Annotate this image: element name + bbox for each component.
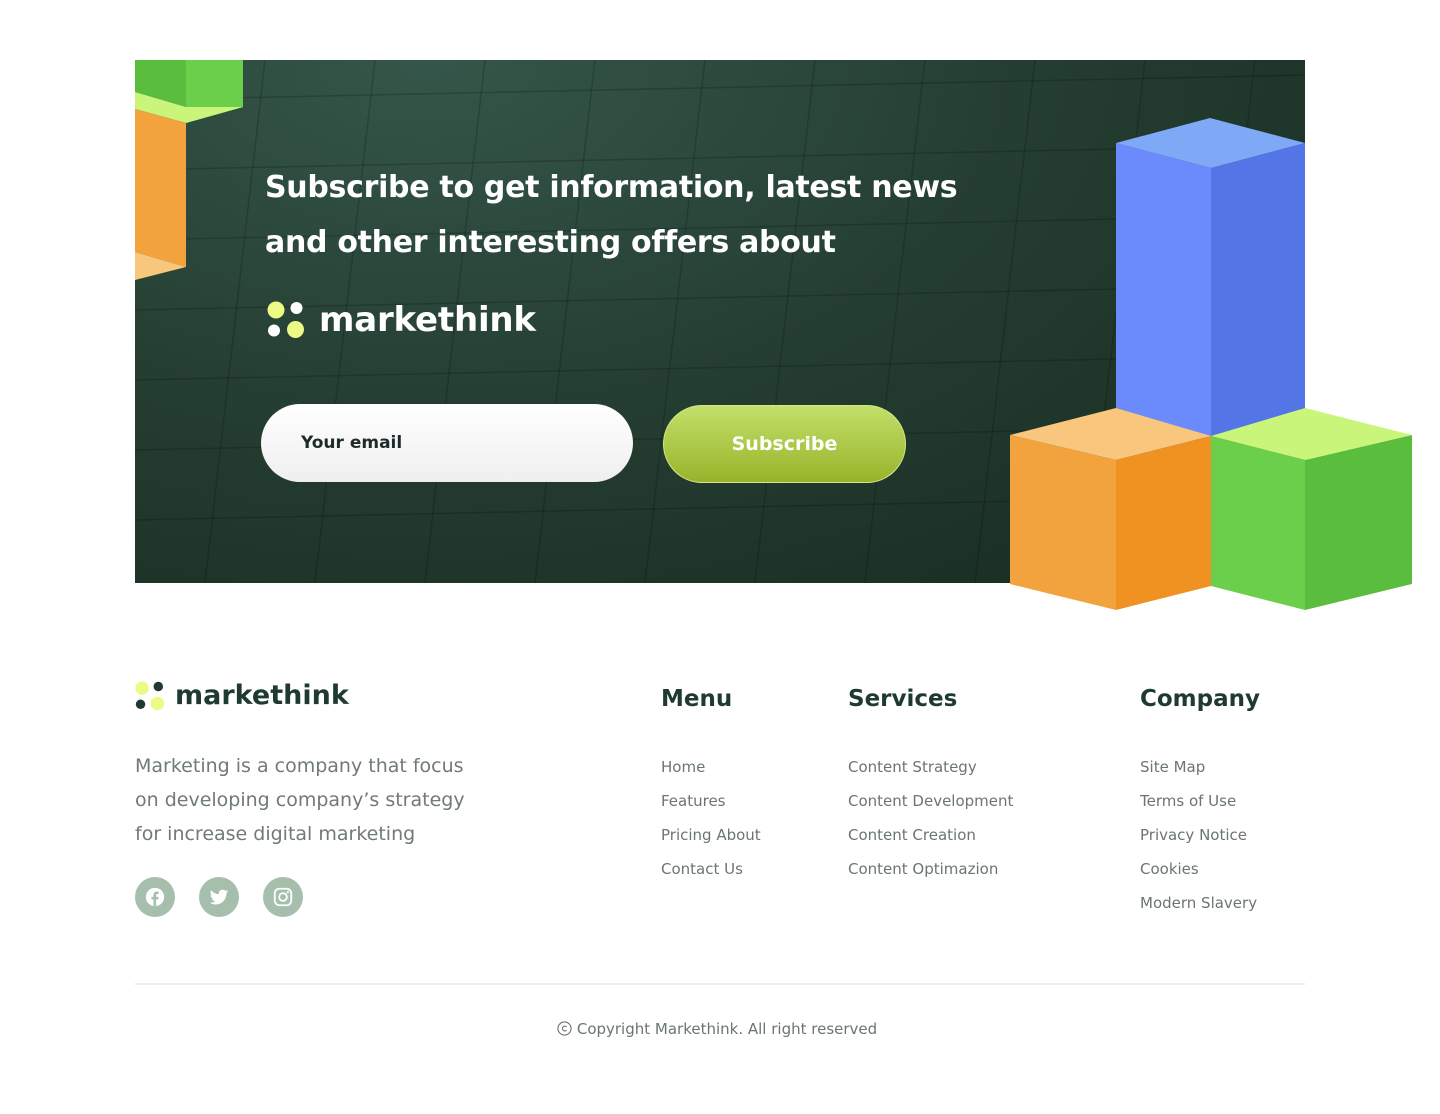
footer-company-column: Company Site Map Terms of Use Privacy No… (1140, 684, 1260, 920)
footer-link-site-map[interactable]: Site Map (1140, 750, 1260, 784)
footer-link-content-optimazion[interactable]: Content Optimazion (848, 852, 1013, 886)
footer-link-content-development[interactable]: Content Development (848, 784, 1013, 818)
footer-link-content-strategy[interactable]: Content Strategy (848, 750, 1013, 784)
cube-cluster-top-left (135, 60, 243, 280)
banner-brand-name: markethink (319, 300, 536, 340)
cube-cluster-right (1010, 118, 1412, 610)
facebook-icon (145, 887, 165, 907)
footer-divider (135, 983, 1305, 985)
footer-menu-column: Menu Home Features Pricing About Contact… (661, 684, 761, 886)
footer-services-column: Services Content Strategy Content Develo… (848, 684, 1013, 886)
logo-mark-icon (267, 301, 304, 338)
footer-link-cookies[interactable]: Cookies (1140, 852, 1260, 886)
footer-brand: markethink Marketing is a company that f… (135, 680, 495, 917)
banner-logo: markethink (267, 300, 536, 340)
footer-link-pricing-about[interactable]: Pricing About (661, 818, 761, 852)
footer-link-contact-us[interactable]: Contact Us (661, 852, 761, 886)
footer-brand-name: markethink (175, 680, 349, 711)
instagram-link[interactable] (263, 877, 303, 917)
copyright: Copyright Markethink. All right reserved (0, 1020, 1434, 1038)
email-input[interactable] (261, 404, 633, 482)
footer-link-home[interactable]: Home (661, 750, 761, 784)
footer-link-terms-of-use[interactable]: Terms of Use (1140, 784, 1260, 818)
footer-logo[interactable]: markethink (135, 680, 495, 711)
footer-menu-title: Menu (661, 686, 733, 712)
social-links (135, 877, 495, 917)
page: Subscribe to get information, latest new… (0, 0, 1440, 1114)
copyright-text: Copyright Markethink. All right reserved (576, 1020, 878, 1038)
footer-services-title: Services (848, 686, 958, 712)
footer-link-content-creation[interactable]: Content Creation (848, 818, 1013, 852)
footer-link-modern-slavery[interactable]: Modern Slavery (1140, 886, 1260, 920)
copyright-icon (557, 1021, 572, 1036)
footer-link-features[interactable]: Features (661, 784, 761, 818)
twitter-icon (209, 889, 229, 905)
facebook-link[interactable] (135, 877, 175, 917)
logo-mark-icon (135, 680, 165, 710)
footer-description: Marketing is a company that focus on dev… (135, 755, 465, 845)
instagram-icon (273, 887, 293, 907)
footer-link-privacy-notice[interactable]: Privacy Notice (1140, 818, 1260, 852)
subscribe-button[interactable]: Subscribe (663, 405, 906, 483)
twitter-link[interactable] (199, 877, 239, 917)
footer-company-title: Company (1140, 686, 1260, 712)
banner-title: Subscribe to get information, latest new… (265, 170, 958, 260)
